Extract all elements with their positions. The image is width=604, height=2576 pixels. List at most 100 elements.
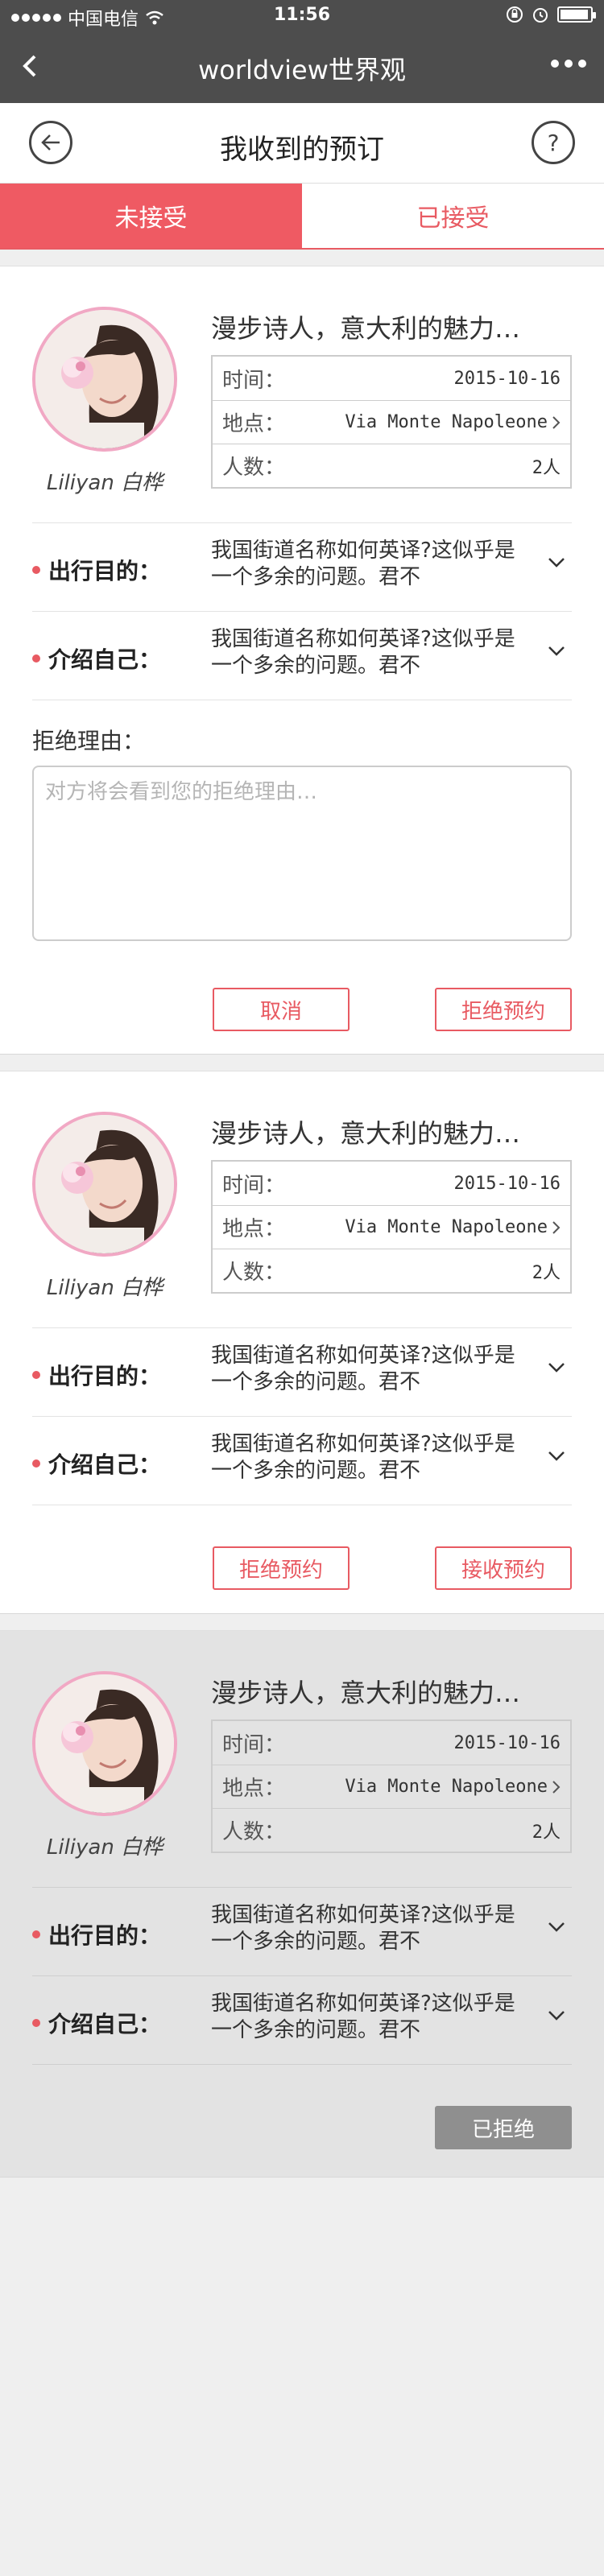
chevron-right-icon <box>552 1220 561 1234</box>
battery-icon <box>557 6 596 23</box>
accept-booking-button[interactable]: 接收预约 <box>435 1546 572 1590</box>
avatar-image <box>35 310 174 448</box>
field-label-text: 出行目的： <box>48 1363 162 1389</box>
field-label: 介绍自己： <box>32 642 161 675</box>
avatar <box>32 1671 177 1816</box>
info-label: 地点： <box>222 1777 286 1801</box>
booking-card: Liliyan 白桦 漫步诗人，意大利的魅力… 时间： 2015-10-16 地… <box>0 266 604 1055</box>
reason-input[interactable] <box>32 766 572 941</box>
chevron-right-icon <box>552 1780 561 1794</box>
info-label: 人数： <box>222 1820 286 1844</box>
avatar-image <box>35 1115 174 1253</box>
divider <box>32 2064 572 2065</box>
intro-field[interactable]: 介绍自己： 我国街道名称如何英译?这似乎是一个多余的问题。君不 <box>32 611 572 700</box>
user-name: Liliyan 白桦 <box>46 471 163 495</box>
field-label-text: 介绍自己： <box>48 2011 162 2037</box>
nav-title: worldview世界观 <box>198 55 406 85</box>
field-text: 我国街道名称如何英译?这似乎是一个多余的问题。君不 <box>211 627 515 678</box>
cancel-button[interactable]: 取消 <box>213 988 350 1031</box>
info-row-people: 人数： 2人 <box>213 1249 570 1292</box>
required-dot <box>32 1371 40 1379</box>
info-value-wrap: Via Monte Napoleone <box>345 1217 561 1237</box>
status-right <box>506 6 596 23</box>
purpose-field[interactable]: 出行目的： 我国街道名称如何英译?这似乎是一个多余的问题。君不 <box>32 522 572 611</box>
info-value: 2015-10-16 <box>453 1173 561 1194</box>
chevron-down-icon[interactable] <box>548 1451 565 1462</box>
field-label-text: 介绍自己： <box>48 1451 162 1478</box>
info-value: 2人 <box>532 457 561 478</box>
chevron-right-icon <box>552 415 561 429</box>
info-row-people: 人数： 2人 <box>213 444 570 487</box>
reject-booking-button[interactable]: 拒绝预约 <box>435 988 572 1031</box>
nav-bar: worldview世界观 <box>0 32 604 103</box>
required-dot <box>32 654 40 663</box>
chevron-down-icon[interactable] <box>548 1922 565 1933</box>
event-title[interactable]: 漫步诗人，意大利的魅力… <box>211 1113 581 1150</box>
purpose-field[interactable]: 出行目的： 我国街道名称如何英译?这似乎是一个多余的问题。君不 <box>32 1887 572 1975</box>
field-label: 出行目的： <box>32 1918 161 1951</box>
info-label: 时间： <box>222 1732 286 1757</box>
field-label-text: 出行目的： <box>48 558 162 584</box>
booking-card-rejected: Liliyan 白桦 漫步诗人，意大利的魅力… 时间： 2015-10-16 地… <box>0 1630 604 2178</box>
info-row-location[interactable]: 地点： Via Monte Napoleone <box>213 400 570 444</box>
info-label: 时间： <box>222 1173 286 1198</box>
chevron-down-icon[interactable] <box>548 2010 565 2021</box>
alarm-icon <box>533 8 548 23</box>
more-icon[interactable] <box>551 60 586 68</box>
field-label-text: 出行目的： <box>48 1922 162 1949</box>
info-row-time: 时间： 2015-10-16 <box>213 1721 570 1765</box>
event-title[interactable]: 漫步诗人，意大利的魅力… <box>211 1673 581 1710</box>
info-row-people: 人数： 2人 <box>213 1808 570 1852</box>
required-dot <box>32 1459 40 1468</box>
field-label-text: 介绍自己： <box>48 646 162 673</box>
info-value: Via Monte Napoleone <box>345 1217 548 1237</box>
info-value: 2015-10-16 <box>453 368 561 389</box>
intro-field[interactable]: 介绍自己： 我国街道名称如何英译?这似乎是一个多余的问题。君不 <box>32 1975 572 2064</box>
user-name: Liliyan 白桦 <box>46 1835 163 1860</box>
info-value-wrap: Via Monte Napoleone <box>345 412 561 432</box>
purpose-field[interactable]: 出行目的： 我国街道名称如何英译?这似乎是一个多余的问题。君不 <box>32 1327 572 1416</box>
intro-field[interactable]: 介绍自己： 我国街道名称如何英译?这似乎是一个多余的问题。君不 <box>32 1416 572 1505</box>
field-label: 介绍自己： <box>32 1447 161 1480</box>
info-row-location[interactable]: 地点： Via Monte Napoleone <box>213 1765 570 1808</box>
info-label: 时间： <box>222 368 286 393</box>
page-header: 我收到的预订 ? <box>0 103 604 184</box>
chevron-down-icon[interactable] <box>548 557 565 568</box>
rejected-status-button: 已拒绝 <box>435 2106 572 2149</box>
reason-label: 拒绝理由： <box>32 728 146 754</box>
info-row-time: 时间： 2015-10-16 <box>213 1162 570 1205</box>
reject-booking-button[interactable]: 拒绝预约 <box>213 1546 350 1590</box>
info-value: 2人 <box>532 1262 561 1283</box>
field-text: 我国街道名称如何英译?这似乎是一个多余的问题。君不 <box>211 539 515 589</box>
field-label: 介绍自己： <box>32 2007 161 2039</box>
info-row-time: 时间： 2015-10-16 <box>213 357 570 400</box>
info-value-wrap: Via Monte Napoleone <box>345 1777 561 1797</box>
avatar-image <box>35 1674 174 1813</box>
chevron-down-icon[interactable] <box>548 1362 565 1373</box>
field-label: 出行目的： <box>32 554 161 586</box>
info-row-location[interactable]: 地点： Via Monte Napoleone <box>213 1205 570 1249</box>
info-value: 2015-10-16 <box>453 1732 561 1753</box>
avatar <box>32 307 177 452</box>
booking-card: Liliyan 白桦 漫步诗人，意大利的魅力… 时间： 2015-10-16 地… <box>0 1071 604 1614</box>
field-label: 出行目的： <box>32 1359 161 1391</box>
info-value: 2人 <box>532 1822 561 1843</box>
tab-accepted[interactable]: 已接受 <box>302 184 604 248</box>
avatar <box>32 1112 177 1257</box>
event-title[interactable]: 漫步诗人，意大利的魅力… <box>211 308 581 345</box>
field-text: 我国街道名称如何英译?这似乎是一个多余的问题。君不 <box>211 1992 515 2042</box>
info-value: Via Monte Napoleone <box>345 412 548 432</box>
info-label: 人数： <box>222 456 286 480</box>
info-table: 时间： 2015-10-16 地点： Via Monte Napoleone 人… <box>211 355 572 489</box>
info-label: 地点： <box>222 412 286 436</box>
info-value: Via Monte Napoleone <box>345 1777 548 1797</box>
chevron-down-icon[interactable] <box>548 646 565 657</box>
field-text: 我国街道名称如何英译?这似乎是一个多余的问题。君不 <box>211 1432 515 1483</box>
help-button[interactable]: ? <box>532 121 575 164</box>
rotation-lock-icon <box>507 6 523 23</box>
info-table: 时间： 2015-10-16 地点： Via Monte Napoleone 人… <box>211 1719 572 1853</box>
info-table: 时间： 2015-10-16 地点： Via Monte Napoleone 人… <box>211 1160 572 1294</box>
tab-not-accepted[interactable]: 未接受 <box>0 184 302 248</box>
user-name: Liliyan 白桦 <box>46 1276 163 1300</box>
info-label: 地点： <box>222 1217 286 1241</box>
